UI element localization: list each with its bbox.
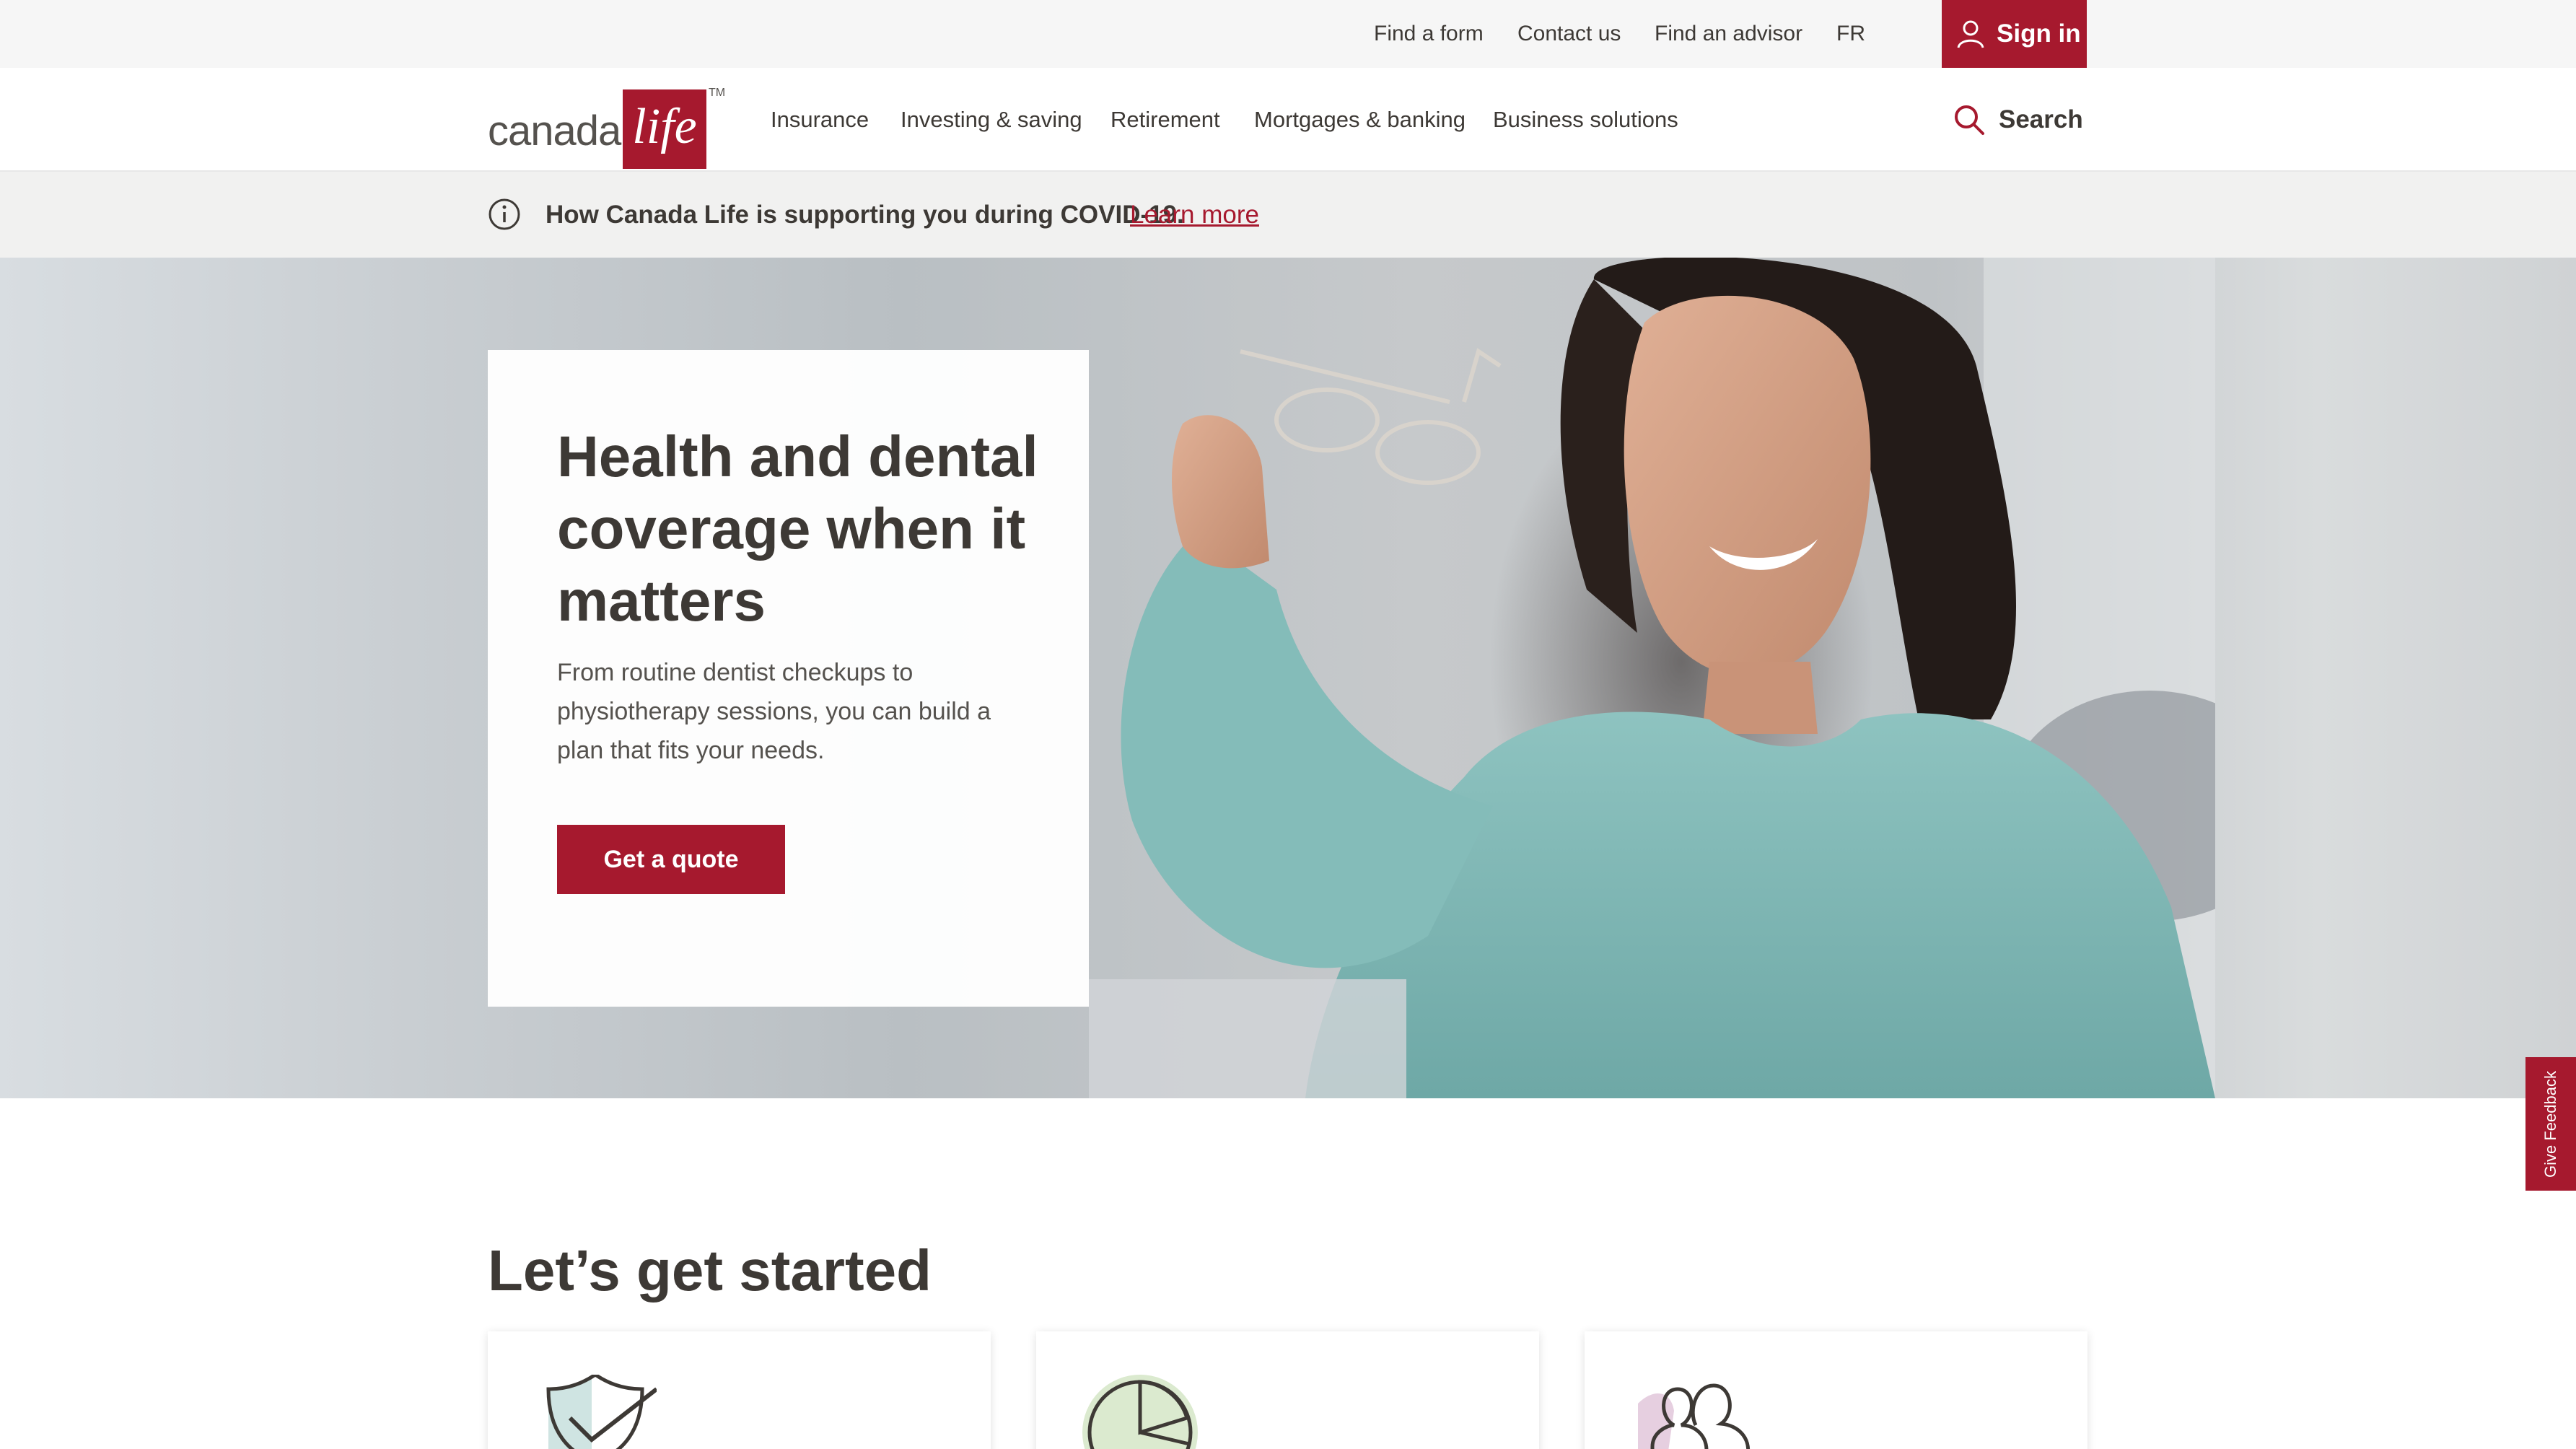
search-icon xyxy=(1955,105,1984,135)
hero-card: Health and dental coverage when it matte… xyxy=(488,350,1089,1007)
sign-in-button[interactable]: Sign in xyxy=(1942,0,2087,68)
user-icon xyxy=(1957,20,1984,48)
logo-wordmark: canada xyxy=(488,108,621,154)
give-feedback-label: Give Feedback xyxy=(2541,1070,2559,1178)
nav-investing-saving[interactable]: Investing & saving xyxy=(901,68,1082,172)
get-started-card-2[interactable] xyxy=(1036,1331,1539,1449)
people-icon xyxy=(1638,1383,1751,1449)
shield-check-icon xyxy=(546,1375,657,1449)
language-toggle-link[interactable]: FR xyxy=(1836,0,1865,68)
hero-photo xyxy=(1089,258,2215,1098)
learn-more-link[interactable]: Learn more xyxy=(1130,172,1259,258)
contact-us-link[interactable]: Contact us xyxy=(1517,0,1621,68)
section-title: Let’s get started xyxy=(488,1238,932,1303)
pie-chart-icon xyxy=(1082,1375,1198,1449)
search-button[interactable]: Search xyxy=(1953,68,2083,172)
info-icon xyxy=(489,198,520,230)
sign-in-label: Sign in xyxy=(1997,19,2081,48)
canada-life-logo[interactable]: canada life TM xyxy=(488,78,726,169)
nav-mortgages-banking[interactable]: Mortgages & banking xyxy=(1254,68,1466,172)
hero-description: From routine dentist checkups to physiot… xyxy=(557,659,991,764)
nav-retirement[interactable]: Retirement xyxy=(1110,68,1220,172)
utility-bar xyxy=(0,0,2576,68)
alert-message: How Canada Life is supporting you during… xyxy=(546,201,1184,229)
get-started-card-1[interactable] xyxy=(488,1331,991,1449)
find-an-advisor-link[interactable]: Find an advisor xyxy=(1655,0,1802,68)
nav-business-solutions[interactable]: Business solutions xyxy=(1493,68,1678,172)
hero-title: Health and dental coverage when it matte… xyxy=(557,424,1038,633)
get-a-quote-button[interactable]: Get a quote xyxy=(557,825,785,894)
hero-banner: Health and dental coverage when it matte… xyxy=(0,258,2576,1098)
give-feedback-tab[interactable]: Give Feedback xyxy=(2525,1057,2576,1191)
logo-trademark: TM xyxy=(709,87,726,99)
nav-insurance[interactable]: Insurance xyxy=(771,68,869,172)
get-started-card-3[interactable] xyxy=(1585,1331,2087,1449)
covid-alert-bar: How Canada Life is supporting you during… xyxy=(0,172,2576,258)
find-a-form-link[interactable]: Find a form xyxy=(1374,0,1484,68)
page: Find a form Contact us Find an advisor F… xyxy=(0,0,2576,1449)
logo-life-box: life xyxy=(623,89,706,169)
search-label: Search xyxy=(1999,105,2083,133)
